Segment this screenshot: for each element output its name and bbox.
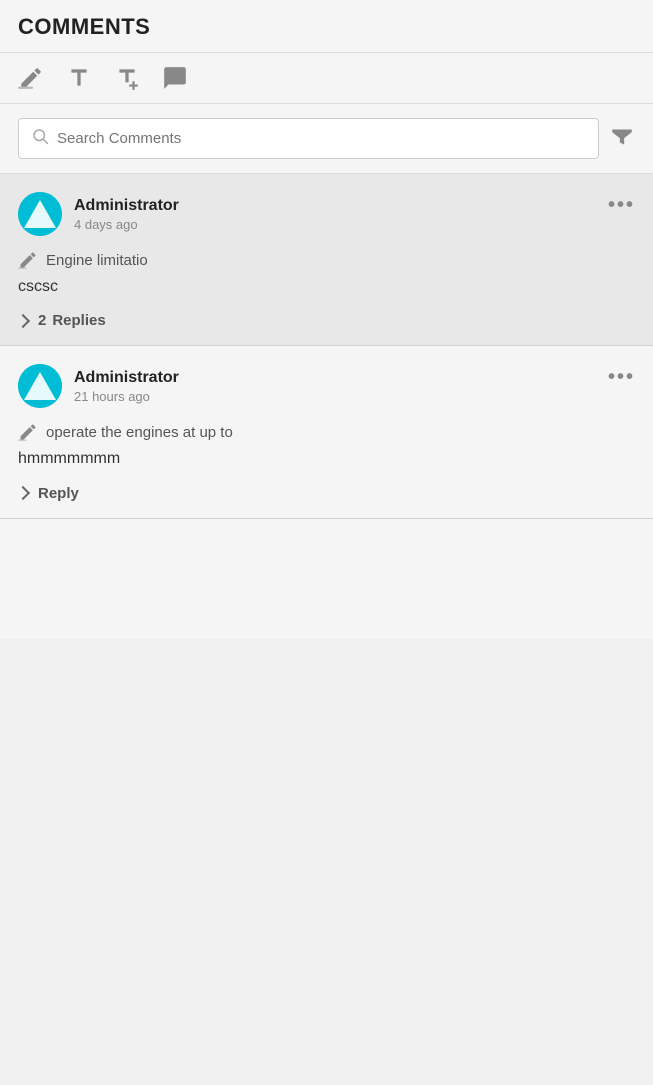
timestamp: 21 hours ago	[74, 389, 179, 404]
reference-text: operate the engines at up to	[46, 424, 233, 441]
comment-text: cscsc	[18, 276, 635, 298]
pencil-reference-icon	[18, 250, 38, 270]
username: Administrator	[74, 197, 179, 215]
comment-header: Administrator 4 days ago •••	[18, 192, 635, 236]
chevron-right-icon	[16, 314, 30, 328]
comment-tool-icon[interactable]	[162, 65, 188, 91]
comment-user: Administrator 21 hours ago	[18, 364, 179, 408]
comment-header: Administrator 21 hours ago •••	[18, 364, 635, 408]
reply-label: Reply	[38, 485, 79, 502]
pencil-reference-icon	[18, 422, 38, 442]
page-title: COMMENTS	[18, 14, 150, 39]
avatar	[18, 192, 62, 236]
user-info: Administrator 4 days ago	[74, 197, 179, 232]
chevron-right-icon	[16, 486, 30, 500]
comment-card: Administrator 21 hours ago ••• operate t…	[0, 346, 653, 518]
replies-label: Replies	[52, 312, 105, 329]
comment-card: Administrator 4 days ago ••• Engine limi…	[0, 174, 653, 346]
comment-user: Administrator 4 days ago	[18, 192, 179, 236]
comment-text: hmmmmmmm	[18, 448, 635, 470]
toolbar	[0, 53, 653, 104]
replies-toggle[interactable]: 2 Replies	[18, 312, 635, 329]
filter-icon[interactable]	[609, 123, 635, 155]
timestamp: 4 days ago	[74, 217, 179, 232]
text-tool-icon[interactable]	[66, 65, 92, 91]
comment-reference: Engine limitatio	[18, 250, 635, 270]
username: Administrator	[74, 369, 179, 387]
reference-text: Engine limitatio	[46, 252, 148, 269]
bottom-area	[0, 519, 653, 639]
user-info: Administrator 21 hours ago	[74, 369, 179, 404]
pencil-tool-icon[interactable]	[18, 65, 44, 91]
more-menu-button[interactable]: •••	[608, 192, 635, 217]
comment-reference: operate the engines at up to	[18, 422, 635, 442]
replies-count: 2	[38, 312, 46, 329]
search-wrapper[interactable]	[18, 118, 599, 159]
reply-toggle[interactable]: Reply	[18, 485, 635, 502]
text-add-tool-icon[interactable]	[114, 65, 140, 91]
search-icon	[31, 127, 49, 150]
search-input[interactable]	[57, 130, 586, 147]
avatar	[18, 364, 62, 408]
comments-header: COMMENTS	[0, 0, 653, 53]
more-menu-button[interactable]: •••	[608, 364, 635, 389]
search-container	[0, 104, 653, 174]
